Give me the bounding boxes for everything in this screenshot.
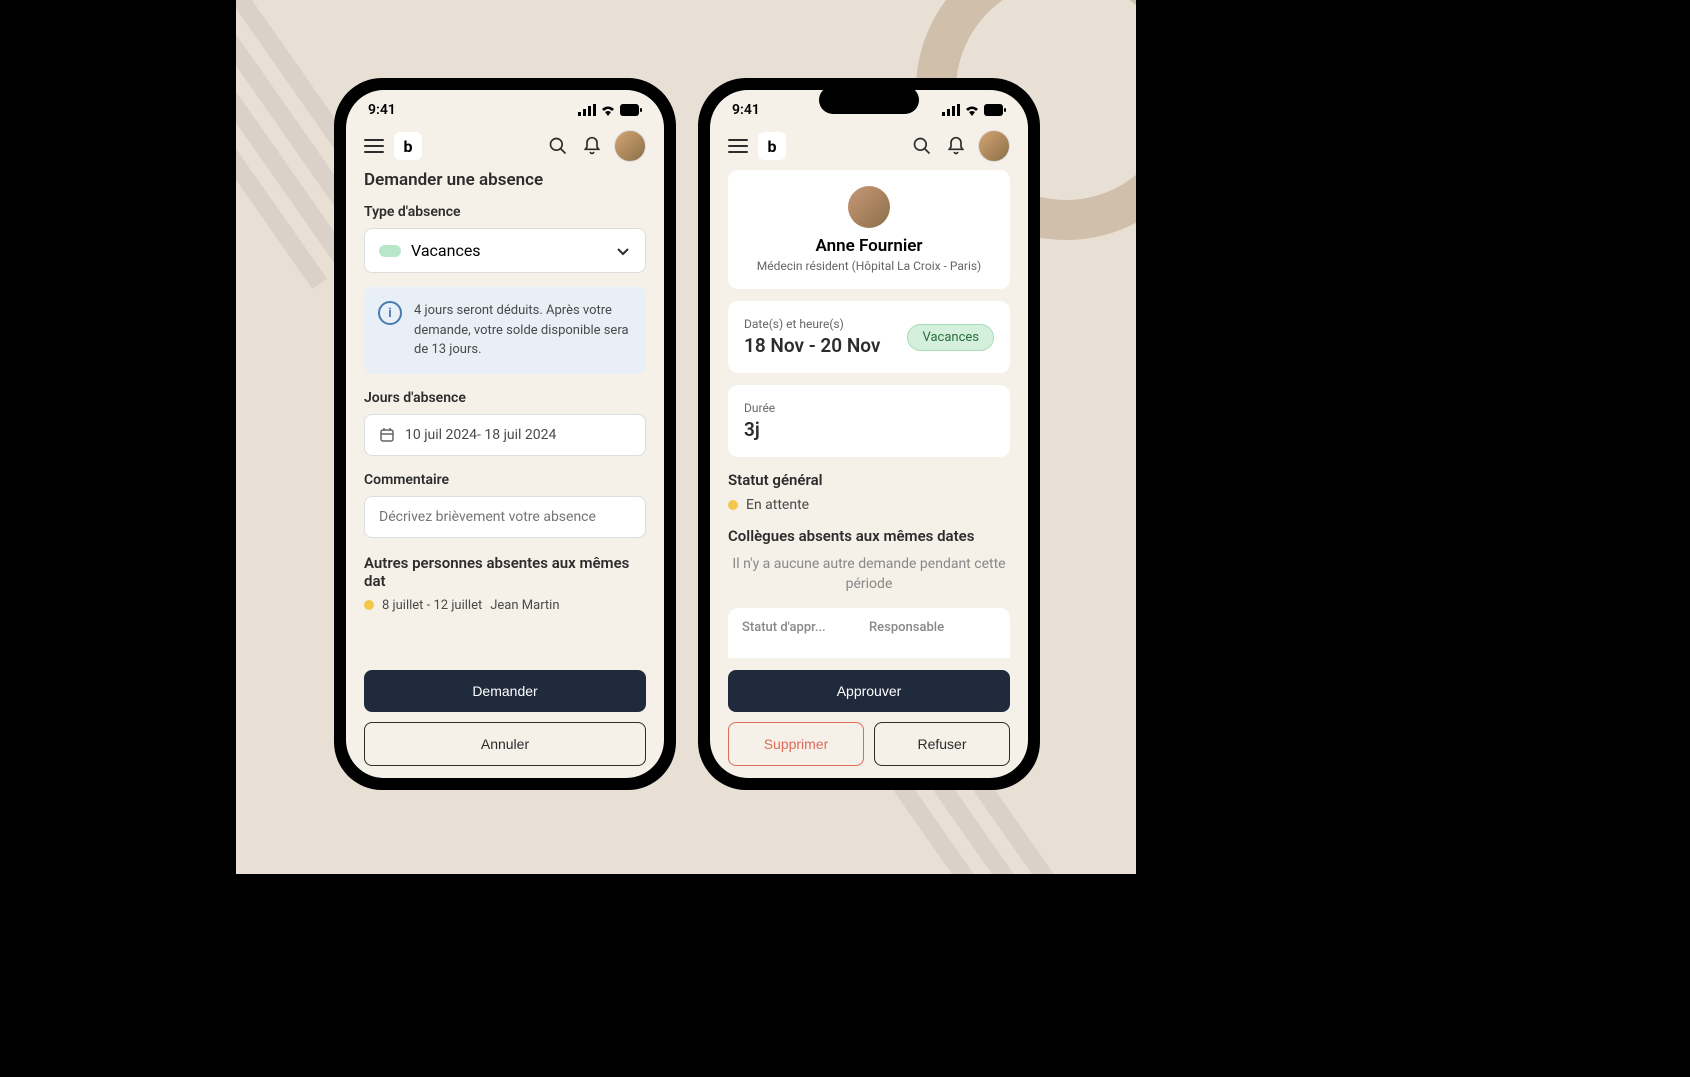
other-absent-name: Jean Martin	[490, 598, 559, 613]
absence-days-label: Jours d'absence	[364, 390, 646, 406]
phone-mockup-right: 9:41 b	[698, 78, 1040, 790]
profile-name: Anne Fournier	[744, 236, 994, 256]
status-bar: 9:41	[346, 90, 664, 122]
phone-mockup-left: 9:41 b Demander une abs	[334, 78, 676, 790]
status-time: 9:41	[732, 102, 760, 118]
general-status-title: Statut général	[728, 471, 1010, 489]
submit-button[interactable]: Demander	[364, 670, 646, 712]
battery-icon	[620, 104, 642, 116]
duration-label: Durée	[744, 401, 994, 415]
absence-type-select[interactable]: Vacances	[364, 228, 646, 273]
avatar[interactable]	[978, 130, 1010, 162]
bell-icon[interactable]	[944, 134, 968, 158]
date-label: Date(s) et heure(s)	[744, 317, 880, 331]
signal-icon	[942, 104, 960, 116]
approval-table: Statut d'appr... Responsable En attente …	[728, 608, 1010, 658]
general-status-value: En attente	[746, 497, 809, 513]
status-dot-pending	[364, 600, 374, 610]
notch	[819, 86, 919, 114]
signal-icon	[578, 104, 596, 116]
status-dot-pending	[728, 500, 738, 510]
info-icon: i	[378, 301, 402, 325]
wifi-icon	[600, 104, 616, 116]
comment-input[interactable]	[364, 496, 646, 538]
type-color-dot	[379, 245, 401, 257]
menu-icon[interactable]	[728, 139, 748, 153]
footer-actions: Demander Annuler	[346, 658, 664, 778]
absence-days-value: 10 juil 2024- 18 juil 2024	[405, 427, 556, 443]
app-header: b	[346, 122, 664, 170]
avatar[interactable]	[614, 130, 646, 162]
profile-card: Anne Fournier Médecin résident (Hôpital …	[728, 170, 1010, 289]
bell-icon[interactable]	[580, 134, 604, 158]
colleagues-empty-text: Il n'y a aucune autre demande pendant ce…	[728, 555, 1010, 594]
info-text: 4 jours seront déduits. Après votre dema…	[414, 301, 632, 360]
colleagues-title: Collègues absents aux mêmes dates	[728, 527, 1010, 545]
footer-actions: Approuver Supprimer Refuser	[710, 658, 1028, 778]
others-absent-title: Autres personnes absentes aux mêmes dat	[364, 554, 646, 590]
approve-button[interactable]: Approuver	[728, 670, 1010, 712]
duration-value: 3j	[744, 418, 994, 441]
app-header: b	[710, 122, 1028, 170]
approval-row: En attente Sophie Girard	[728, 647, 1010, 658]
other-absent-date: 8 juillet - 12 juillet	[382, 598, 482, 613]
absence-type-value: Vacances	[411, 241, 481, 260]
page-title: Demander une absence	[364, 170, 646, 190]
design-canvas: 9:41 b Demander une abs	[236, 0, 1136, 874]
profile-role: Médecin résident (Hôpital La Croix - Par…	[744, 259, 994, 273]
approval-col-responsible: Responsable	[869, 620, 996, 635]
status-time: 9:41	[368, 102, 396, 118]
duration-card: Durée 3j	[728, 385, 1010, 457]
chevron-down-icon	[615, 243, 631, 259]
app-logo[interactable]: b	[394, 132, 422, 160]
search-icon[interactable]	[546, 134, 570, 158]
absence-days-input[interactable]: 10 juil 2024- 18 juil 2024	[364, 414, 646, 456]
delete-button[interactable]: Supprimer	[728, 722, 864, 766]
profile-avatar	[848, 186, 890, 228]
refuse-button[interactable]: Refuser	[874, 722, 1010, 766]
other-absent-row: 8 juillet - 12 juillet Jean Martin	[364, 598, 646, 613]
menu-icon[interactable]	[364, 139, 384, 153]
cancel-button[interactable]: Annuler	[364, 722, 646, 766]
comment-label: Commentaire	[364, 472, 646, 488]
approval-col-status: Statut d'appr...	[742, 620, 869, 635]
date-card: Date(s) et heure(s) 18 Nov - 20 Nov Vaca…	[728, 301, 1010, 373]
absence-type-label: Type d'absence	[364, 204, 646, 220]
comment-field[interactable]	[379, 509, 631, 525]
calendar-icon	[379, 427, 395, 443]
battery-icon	[984, 104, 1006, 116]
absence-type-badge: Vacances	[907, 324, 994, 351]
general-status-row: En attente	[728, 497, 1010, 513]
app-logo[interactable]: b	[758, 132, 786, 160]
wifi-icon	[964, 104, 980, 116]
date-value: 18 Nov - 20 Nov	[744, 334, 880, 357]
search-icon[interactable]	[910, 134, 934, 158]
info-box: i 4 jours seront déduits. Après votre de…	[364, 287, 646, 374]
